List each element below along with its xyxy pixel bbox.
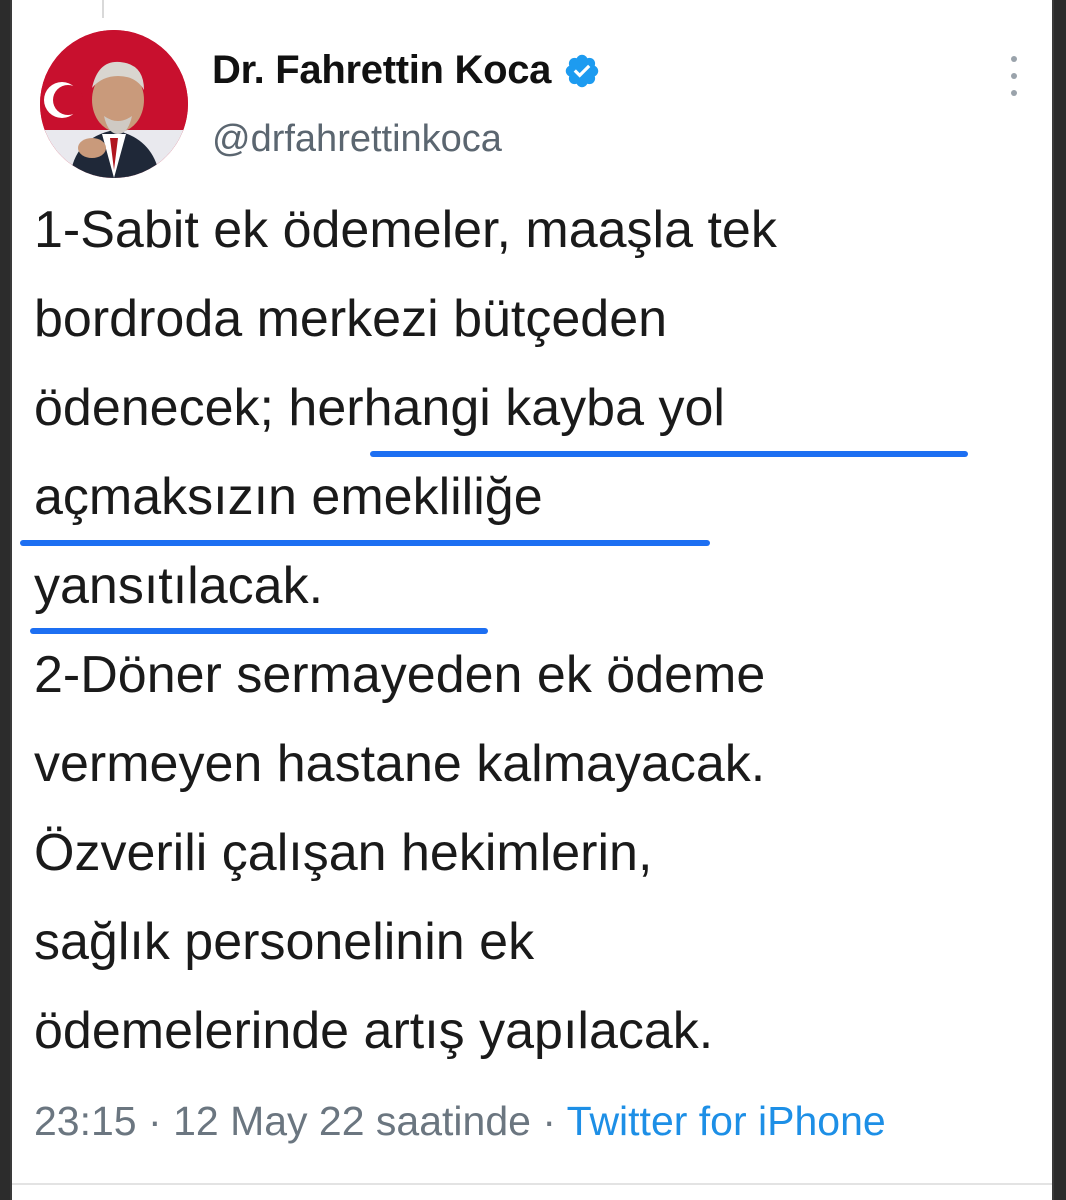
author-name-row: Dr. Fahrettin Koca: [212, 48, 601, 93]
tweet-line: ödenecek; herhangi kayba yol: [34, 379, 725, 437]
more-options-icon[interactable]: [1006, 56, 1022, 96]
avatar[interactable]: [40, 30, 188, 178]
tweet-line: Özverili çalışan hekimlerin,: [34, 824, 653, 882]
tweet-line: 2-Döner sermayeden ek ödeme: [34, 646, 766, 704]
tweet-date[interactable]: 12 May 22 saatinde: [173, 1098, 531, 1144]
highlight-underline: [30, 628, 488, 634]
meta-separator: ·: [542, 1098, 556, 1144]
avatar-photo: [40, 30, 188, 178]
more-dot: [1011, 56, 1017, 62]
thread-connector-line: [102, 0, 104, 18]
tweet-source-link[interactable]: Twitter for iPhone: [567, 1098, 886, 1144]
tweet-line: açmaksızın emekliliğe: [34, 468, 543, 526]
tweet-line: bordroda merkezi bütçeden: [34, 290, 668, 348]
tweet-line: sağlık personelinin ek: [34, 913, 535, 971]
divider: [12, 1183, 1052, 1185]
meta-separator: ·: [148, 1098, 162, 1144]
tweet-card: Dr. Fahrettin Koca @drfahrettinkoca 1-Sa…: [10, 0, 1054, 1200]
tweet-line: vermeyen hastane kalmayacak.: [34, 735, 766, 793]
more-dot: [1011, 90, 1017, 96]
tweet-line: 1-Sabit ek ödemeler, maaşla tek: [34, 201, 777, 259]
verified-badge-icon: [565, 54, 599, 87]
tweet-line: ödemelerinde artış yapılacak.: [34, 1002, 714, 1060]
tweet-time[interactable]: 23:15: [34, 1098, 137, 1144]
tweet-metadata: 23:15 · 12 May 22 saatinde · Twitter for…: [34, 1098, 886, 1145]
highlight-underline: [370, 451, 968, 457]
author-handle[interactable]: @drfahrettinkoca: [212, 118, 502, 161]
highlight-underline: [20, 540, 710, 546]
author-display-name[interactable]: Dr. Fahrettin Koca: [212, 48, 551, 93]
more-dot: [1011, 73, 1017, 79]
tweet-line: yansıtılacak.: [34, 557, 324, 615]
